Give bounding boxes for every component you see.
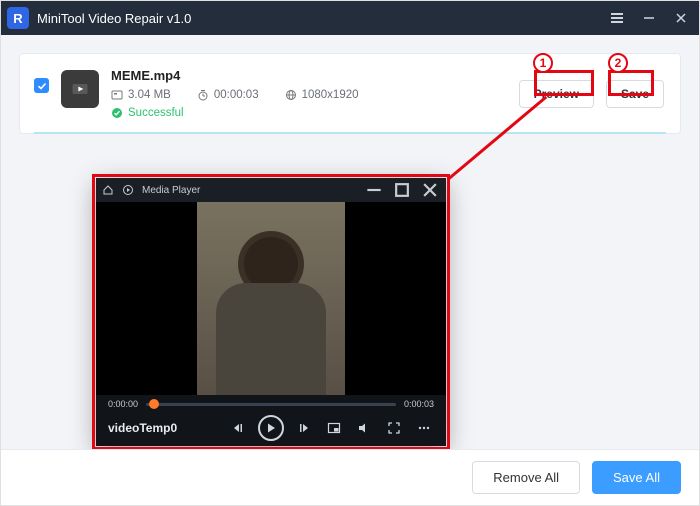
- maximize-icon: [392, 180, 412, 200]
- mp-volume[interactable]: [354, 418, 374, 438]
- preview-button[interactable]: Preview: [519, 80, 594, 108]
- app-window: R MiniTool Video Repair v1.0 MEME.mp4: [0, 0, 700, 506]
- mp-video-area[interactable]: [96, 202, 446, 395]
- mp-total-time: 0:00:03: [404, 399, 434, 409]
- play-icon: [264, 421, 278, 435]
- file-duration: 00:00:03: [197, 89, 259, 101]
- remove-all-button[interactable]: Remove All: [472, 461, 580, 494]
- minimize-button[interactable]: [637, 6, 661, 30]
- more-icon: [417, 421, 431, 435]
- mp-maximize[interactable]: [392, 180, 412, 200]
- file-actions: Preview Save: [519, 80, 664, 108]
- mp-title-bar: Media Player: [96, 178, 446, 202]
- minimize-icon: [364, 180, 384, 200]
- video-file-icon: [61, 70, 99, 108]
- file-meta: 3.04 MB 00:00:03 1080x1920: [111, 89, 507, 101]
- mp-close[interactable]: [420, 180, 440, 200]
- file-card: MEME.mp4 3.04 MB 00:00:03 1080x1920: [19, 53, 681, 134]
- file-size: 3.04 MB: [111, 89, 171, 101]
- file-checkbox[interactable]: [34, 78, 49, 93]
- minimize-icon: [643, 12, 655, 24]
- mp-pip[interactable]: [324, 418, 344, 438]
- file-name: MEME.mp4: [111, 68, 507, 83]
- save-button[interactable]: Save: [606, 80, 664, 108]
- mp-seekbar[interactable]: [146, 403, 396, 406]
- resolution-icon: [285, 89, 297, 101]
- mp-seek-thumb[interactable]: [149, 399, 159, 409]
- footer: Remove All Save All: [1, 449, 699, 505]
- mp-prev[interactable]: [228, 418, 248, 438]
- mp-controls: videoTemp0: [96, 410, 446, 446]
- pip-icon: [327, 421, 341, 435]
- content-area: MEME.mp4 3.04 MB 00:00:03 1080x1920: [1, 35, 699, 449]
- title-bar: R MiniTool Video Repair v1.0: [1, 1, 699, 35]
- hamburger-menu[interactable]: [605, 6, 629, 30]
- mp-title: Media Player: [142, 185, 200, 196]
- fullscreen-icon: [387, 421, 401, 435]
- play-circle-icon: [122, 184, 134, 196]
- skip-forward-icon: [297, 421, 311, 435]
- file-status: Successful: [111, 107, 507, 119]
- app-title: MiniTool Video Repair v1.0: [37, 11, 191, 26]
- mp-fullscreen[interactable]: [384, 418, 404, 438]
- file-info: MEME.mp4 3.04 MB 00:00:03 1080x1920: [111, 68, 507, 119]
- mp-next[interactable]: [294, 418, 314, 438]
- mp-more[interactable]: [414, 418, 434, 438]
- mp-minimize[interactable]: [364, 180, 384, 200]
- check-icon: [37, 81, 47, 91]
- home-icon: [102, 184, 114, 196]
- app-logo: R: [7, 7, 29, 29]
- skip-back-icon: [231, 421, 245, 435]
- storage-icon: [111, 89, 123, 101]
- clock-icon: [197, 89, 209, 101]
- success-icon: [111, 107, 123, 119]
- close-button[interactable]: [669, 6, 693, 30]
- save-all-button[interactable]: Save All: [592, 461, 681, 494]
- mp-filename: videoTemp0: [108, 421, 177, 435]
- close-icon: [420, 180, 440, 200]
- media-player: Media Player 0:00:00 0:00:03 videoTemp0: [96, 178, 446, 446]
- mp-play[interactable]: [258, 415, 284, 441]
- mp-progress: 0:00:00 0:00:03: [96, 395, 446, 410]
- volume-icon: [357, 421, 371, 435]
- file-resolution: 1080x1920: [285, 89, 359, 101]
- hamburger-icon: [611, 13, 623, 23]
- mp-current-time: 0:00:00: [108, 399, 138, 409]
- video-frame: [197, 202, 345, 395]
- close-icon: [675, 12, 687, 24]
